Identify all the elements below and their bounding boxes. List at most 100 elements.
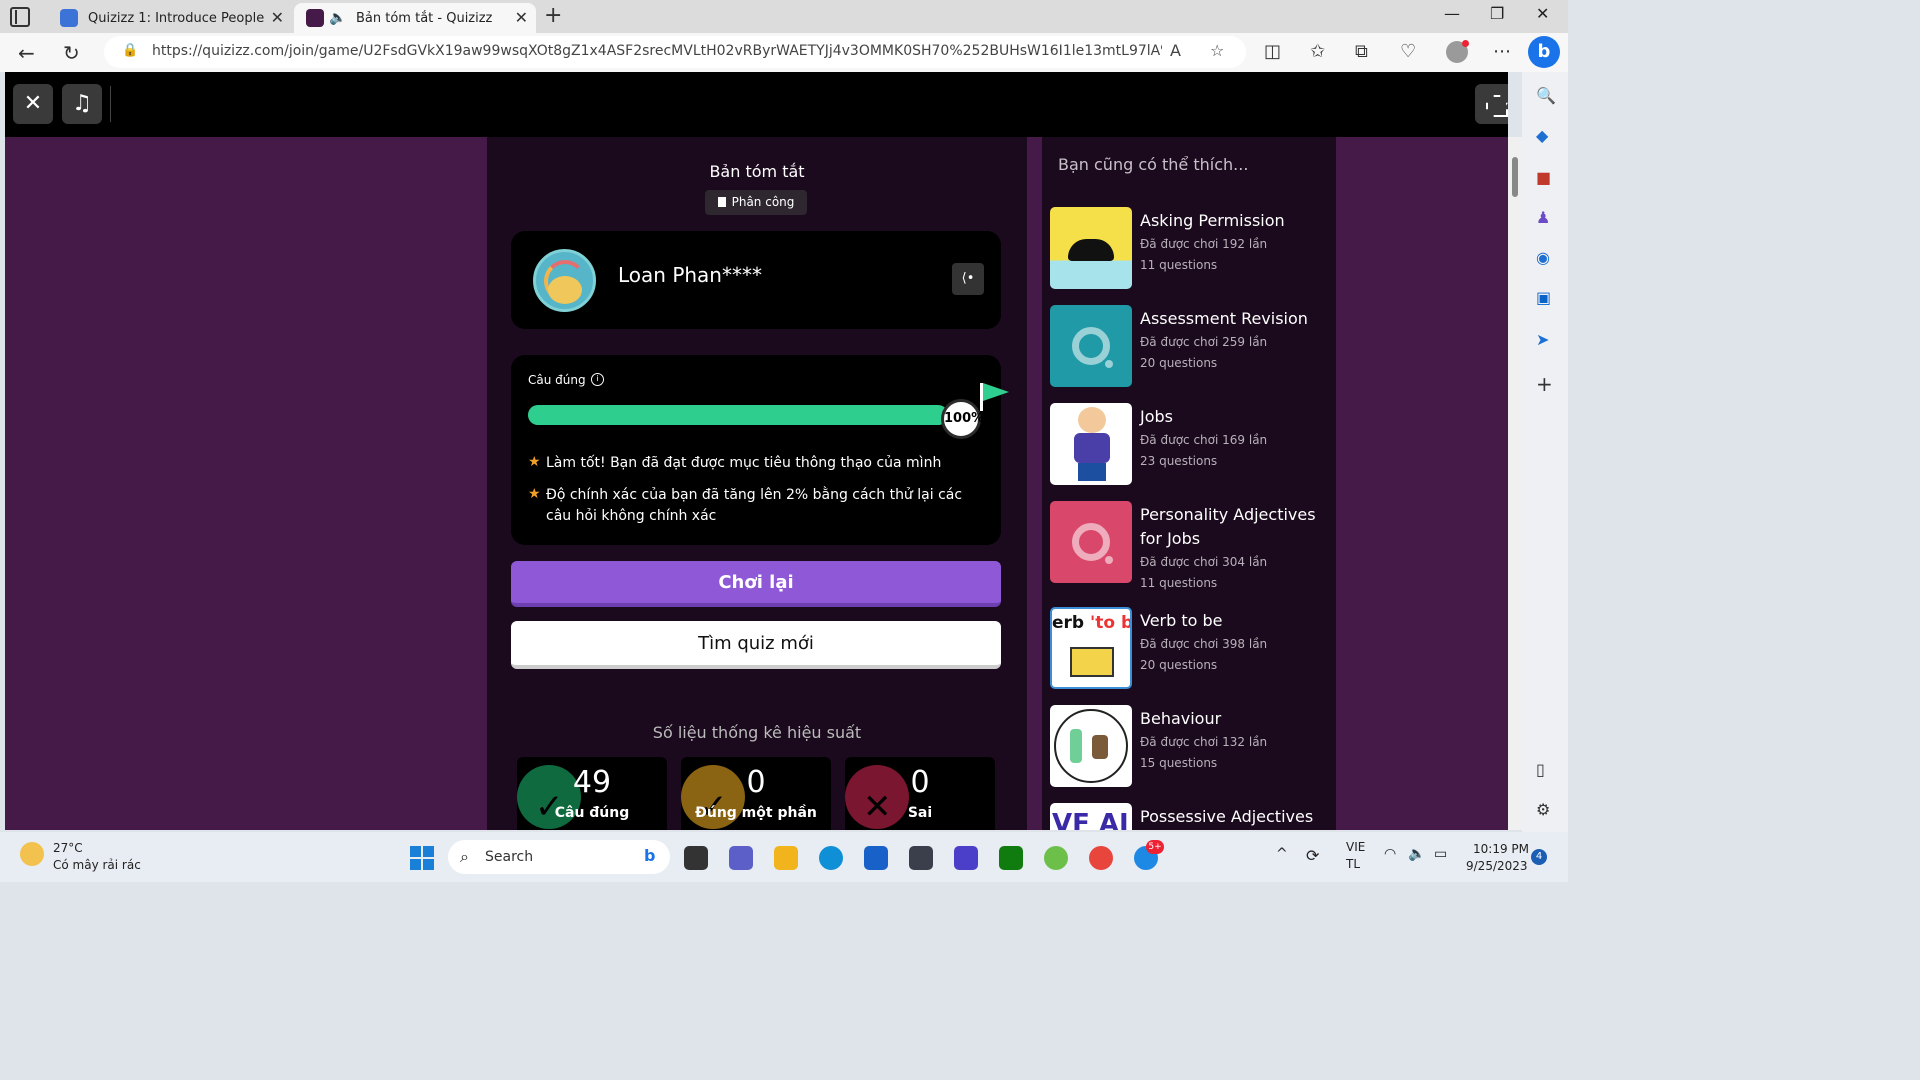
tab-summary[interactable]: 🔈 Bản tóm tắt - Quizizz ✕ — [294, 3, 536, 33]
tab-quizizz-introduce[interactable]: Quizizz 1: Introduce People ✕ — [48, 3, 292, 33]
stat-value: 0 — [910, 765, 930, 800]
recommendation-questions: 11 questions — [1140, 576, 1218, 590]
edge-icon[interactable] — [819, 846, 843, 870]
shopping-tag-icon[interactable]: ◆ — [1536, 126, 1548, 145]
microsoft-store-icon[interactable] — [864, 846, 888, 870]
recommendation-item[interactable]: VF AI Possessive Adjectives — [1050, 803, 1330, 830]
music-toggle-button[interactable]: ♫ — [62, 84, 102, 124]
favorite-star-icon[interactable]: ☆ — [1210, 41, 1224, 60]
speaker-icon[interactable]: 🔈 — [329, 10, 346, 26]
replay-button[interactable]: Chơi lại — [511, 561, 1001, 607]
scroll-thumb[interactable] — [1512, 157, 1518, 197]
more-options-icon[interactable]: ⋯ — [1493, 41, 1511, 62]
clock-date[interactable]: 9/25/2023 — [1466, 859, 1528, 873]
math-app-icon[interactable] — [954, 846, 978, 870]
page-scrollbar[interactable] — [1508, 137, 1522, 830]
tab-actions-icon[interactable] — [10, 7, 30, 27]
profile-card: Loan Phan**** ⟨• — [511, 231, 1001, 329]
recommendation-item[interactable]: Personality Adjectives for Jobs Đã được … — [1050, 501, 1330, 591]
drop-icon[interactable]: ➤ — [1536, 330, 1549, 349]
address-bar[interactable]: 🔒 https://quizizz.com/join/game/U2FsdGVk… — [104, 36, 1246, 68]
add-sidebar-icon[interactable]: + — [1536, 372, 1553, 396]
accuracy-card: Câu đúng i 100% ★ Làm tốt! Bạn đã đạt đượ… — [511, 355, 1009, 545]
recommendation-played: Đã được chơi 192 lần — [1140, 237, 1268, 251]
close-game-button[interactable]: ✕ — [13, 84, 53, 124]
show-hidden-icons-icon[interactable]: ^ — [1276, 846, 1288, 862]
collections-icon[interactable]: ⧉ — [1355, 41, 1368, 62]
read-aloud-icon[interactable]: A — [1170, 41, 1181, 60]
stat-incorrect: ✕ 0 Sai — [845, 757, 995, 830]
bing-chat-icon[interactable]: b — [1528, 36, 1560, 68]
teams-chat-icon[interactable] — [729, 846, 753, 870]
tools-icon[interactable]: ■ — [1536, 168, 1551, 187]
chrome-icon[interactable] — [1089, 846, 1113, 870]
outlook-icon[interactable]: ▣ — [1536, 288, 1551, 307]
games-icon[interactable]: ♟ — [1536, 208, 1550, 227]
stat-value: 0 — [746, 765, 766, 800]
refresh-icon[interactable]: ↻ — [63, 41, 80, 65]
page-title: Bản tóm tắt — [709, 162, 805, 181]
quizizz-logo-thumbnail-icon — [1050, 305, 1132, 387]
notification-badge[interactable]: 4 — [1531, 849, 1547, 865]
summary-panel: Bản tóm tắt Phân công Loan Phan**** ⟨• C… — [487, 137, 1027, 830]
recommendation-item[interactable]: erb 'to b Verb to be Đã được chơi 398 lầ… — [1050, 607, 1330, 689]
search-icon[interactable]: 🔍 — [1536, 86, 1556, 105]
battery-icon[interactable]: ▭ — [1434, 846, 1447, 862]
browser-essentials-icon[interactable]: ♡ — [1400, 41, 1416, 62]
start-button-icon[interactable] — [410, 846, 434, 870]
leaf-app-icon[interactable] — [1044, 846, 1068, 870]
settings-gear-icon[interactable]: ⚙ — [1536, 800, 1550, 819]
recommendation-name: Behaviour — [1140, 709, 1222, 728]
info-icon[interactable]: i — [591, 373, 604, 386]
url-text[interactable]: https://quizizz.com/join/game/U2FsdGVkX1… — [152, 43, 1162, 59]
recommendation-name: Personality Adjectives for Jobs — [1140, 505, 1316, 548]
microsoft-365-icon[interactable]: ◉ — [1536, 248, 1550, 267]
recommendation-played: Đã được chơi 304 lần — [1140, 555, 1268, 569]
recommendation-item[interactable]: Assessment Revision Đã được chơi 259 lần… — [1050, 305, 1330, 387]
file-explorer-icon[interactable] — [774, 846, 798, 870]
weather-description[interactable]: Có mây rải rác — [53, 858, 141, 872]
recommendation-name: Verb to be — [1140, 611, 1223, 630]
recommendation-played: Đã được chơi 169 lần — [1140, 433, 1268, 447]
xbox-icon[interactable] — [999, 846, 1023, 870]
verb-to-be-thumbnail-icon: erb 'to b — [1050, 607, 1132, 689]
stat-label: Sai — [907, 805, 933, 821]
weather-sun-icon[interactable] — [20, 842, 44, 866]
fullscreen-button[interactable] — [1475, 84, 1508, 124]
input-language[interactable]: VIE — [1346, 840, 1365, 854]
stat-partial: ✓ 0 Đúng một phần — [681, 757, 831, 830]
favorites-icon[interactable]: ✩ — [1310, 41, 1325, 62]
taskbar-search[interactable]: ⌕ Search b — [448, 840, 670, 874]
share-button[interactable]: ⟨• — [952, 263, 984, 295]
clock-time[interactable]: 10:19 PM — [1473, 842, 1529, 856]
behaviour-thumbnail-icon — [1050, 705, 1132, 787]
hide-sidebar-icon[interactable]: ▯ — [1536, 760, 1545, 779]
wifi-icon[interactable]: ◠ — [1384, 846, 1396, 862]
keyboard-layout[interactable]: TL — [1346, 857, 1360, 871]
back-icon[interactable]: ← — [18, 41, 35, 65]
recommendation-item[interactable]: Jobs Đã được chơi 169 lần 23 questions — [1050, 403, 1330, 485]
new-tab-icon[interactable]: + — [544, 3, 562, 28]
volume-icon[interactable]: 🔈 — [1408, 846, 1425, 862]
restore-icon[interactable]: ❐ — [1490, 4, 1504, 23]
stat-label: Đúng một phần — [695, 805, 817, 821]
lock-icon[interactable]: 🔒 — [122, 43, 138, 58]
find-new-quiz-button[interactable]: Tìm quiz mới — [511, 621, 1001, 669]
search-label: Search — [485, 849, 534, 865]
close-tab-icon[interactable]: ✕ — [271, 8, 284, 27]
stat-value: 49 — [572, 765, 612, 800]
recommendation-name: Jobs — [1140, 407, 1173, 426]
close-tab-icon[interactable]: ✕ — [515, 8, 528, 27]
task-view-icon[interactable] — [684, 846, 708, 870]
recommendation-item[interactable]: Asking Permission Đã được chơi 192 lần 1… — [1050, 207, 1330, 289]
sync-icon[interactable]: ⟳ — [1306, 846, 1319, 865]
recommendation-item[interactable]: Behaviour Đã được chơi 132 lần 15 questi… — [1050, 705, 1330, 787]
app-cube-icon[interactable] — [909, 846, 933, 870]
stat-correct: ✓ 49 Câu đúng — [517, 757, 667, 830]
close-window-icon[interactable]: ✕ — [1536, 4, 1549, 23]
split-screen-icon[interactable]: ◫ — [1264, 41, 1281, 62]
accuracy-label: Câu đúng — [528, 373, 586, 387]
minimize-icon[interactable]: — — [1444, 4, 1460, 23]
weather-temperature[interactable]: 27°C — [53, 841, 83, 855]
assignment-chip: Phân công — [705, 190, 807, 215]
